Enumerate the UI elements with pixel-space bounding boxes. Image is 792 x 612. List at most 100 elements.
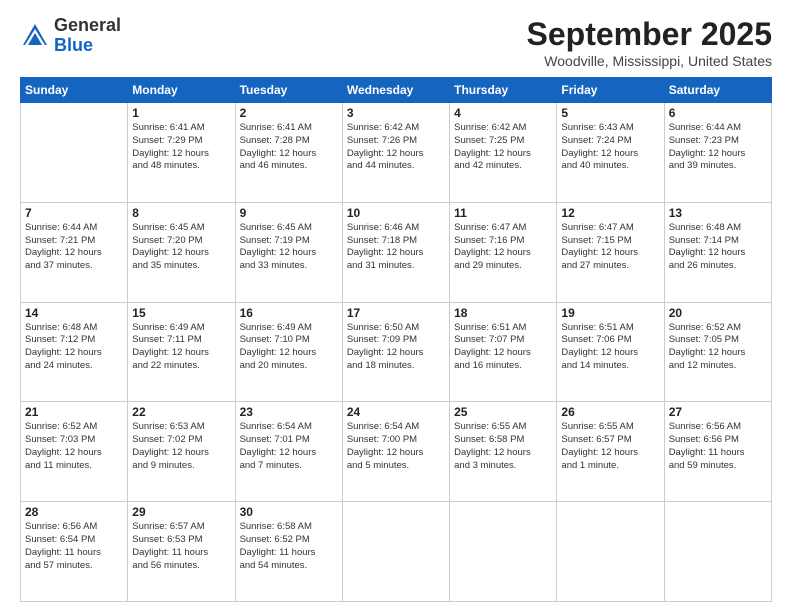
table-row: 14 Sunrise: 6:48 AM Sunset: 7:12 PM Dayli… [21,302,128,402]
day-number: 30 [240,505,338,519]
day-number: 23 [240,405,338,419]
day-number: 22 [132,405,230,419]
col-monday: Monday [128,78,235,103]
page: General Blue September 2025 Woodville, M… [0,0,792,612]
col-saturday: Saturday [664,78,771,103]
table-row: 1 Sunrise: 6:41 AM Sunset: 7:29 PM Daylig… [128,103,235,203]
table-row: 11Sunrise: 6:47 AM Sunset: 7:16 PM Dayli… [450,202,557,302]
calendar-week-row: 7Sunrise: 6:44 AM Sunset: 7:21 PM Daylig… [21,202,772,302]
day-number: 2 [240,106,338,120]
day-number: 8 [132,206,230,220]
day-number: 7 [25,206,123,220]
calendar-table: Sunday Monday Tuesday Wednesday Thursday… [20,77,772,602]
day-info: Sunrise: 6:56 AM Sunset: 6:56 PM Dayligh… [669,421,767,472]
table-row: 8 Sunrise: 6:45 AM Sunset: 7:20 PM Daylig… [128,202,235,302]
day-info: Sunrise: 6:50 AM Sunset: 7:09 PM Dayligh… [347,322,445,373]
day-number: 20 [669,306,767,320]
table-row: 5Sunrise: 6:43 AM Sunset: 7:24 PM Daylig… [557,103,664,203]
day-number: 13 [669,206,767,220]
day-info: Sunrise: 6:48 AM Sunset: 7:14 PM Dayligh… [669,222,767,273]
table-row: 6 Sunrise: 6:44 AM Sunset: 7:23 PM Daylig… [664,103,771,203]
table-row: 29 Sunrise: 6:57 AM Sunset: 6:53 PM Dayli… [128,502,235,602]
day-info: Sunrise: 6:57 AM Sunset: 6:53 PM Dayligh… [132,521,230,572]
month-title: September 2025 [527,16,772,53]
day-info: Sunrise: 6:58 AM Sunset: 6:52 PM Dayligh… [240,521,338,572]
day-number: 9 [240,206,338,220]
day-info: Sunrise: 6:54 AM Sunset: 7:00 PM Dayligh… [347,421,445,472]
table-row: 20 Sunrise: 6:52 AM Sunset: 7:05 PM Dayli… [664,302,771,402]
day-info: Sunrise: 6:49 AM Sunset: 7:10 PM Dayligh… [240,322,338,373]
day-info: Sunrise: 6:42 AM Sunset: 7:25 PM Dayligh… [454,122,552,173]
calendar-header-row: Sunday Monday Tuesday Wednesday Thursday… [21,78,772,103]
day-info: Sunrise: 6:41 AM Sunset: 7:28 PM Dayligh… [240,122,338,173]
col-sunday: Sunday [21,78,128,103]
day-number: 29 [132,505,230,519]
table-row: 10 Sunrise: 6:46 AM Sunset: 7:18 PM Dayli… [342,202,449,302]
table-row: 13 Sunrise: 6:48 AM Sunset: 7:14 PM Dayli… [664,202,771,302]
header: General Blue September 2025 Woodville, M… [20,16,772,69]
logo-general-text: General [54,16,121,36]
table-row [450,502,557,602]
table-row [342,502,449,602]
table-row: 18Sunrise: 6:51 AM Sunset: 7:07 PM Dayli… [450,302,557,402]
day-info: Sunrise: 6:53 AM Sunset: 7:02 PM Dayligh… [132,421,230,472]
day-info: Sunrise: 6:52 AM Sunset: 7:05 PM Dayligh… [669,322,767,373]
day-info: Sunrise: 6:52 AM Sunset: 7:03 PM Dayligh… [25,421,123,472]
day-number: 5 [561,106,659,120]
table-row [557,502,664,602]
col-wednesday: Wednesday [342,78,449,103]
day-number: 25 [454,405,552,419]
day-number: 11 [454,206,552,220]
table-row: 26Sunrise: 6:55 AM Sunset: 6:57 PM Dayli… [557,402,664,502]
col-friday: Friday [557,78,664,103]
day-number: 1 [132,106,230,120]
table-row: 30 Sunrise: 6:58 AM Sunset: 6:52 PM Dayli… [235,502,342,602]
day-number: 10 [347,206,445,220]
day-info: Sunrise: 6:51 AM Sunset: 7:06 PM Dayligh… [561,322,659,373]
day-number: 15 [132,306,230,320]
table-row: 12 Sunrise: 6:47 AM Sunset: 7:15 PM Dayli… [557,202,664,302]
day-info: Sunrise: 6:56 AM Sunset: 6:54 PM Dayligh… [25,521,123,572]
table-row: 9 Sunrise: 6:45 AM Sunset: 7:19 PM Daylig… [235,202,342,302]
day-info: Sunrise: 6:45 AM Sunset: 7:20 PM Dayligh… [132,222,230,273]
table-row: 27Sunrise: 6:56 AM Sunset: 6:56 PM Dayli… [664,402,771,502]
day-number: 18 [454,306,552,320]
day-number: 12 [561,206,659,220]
table-row [664,502,771,602]
day-number: 6 [669,106,767,120]
day-number: 21 [25,405,123,419]
day-number: 3 [347,106,445,120]
table-row: 23 Sunrise: 6:54 AM Sunset: 7:01 PM Dayli… [235,402,342,502]
table-row: 15 Sunrise: 6:49 AM Sunset: 7:11 PM Dayli… [128,302,235,402]
day-number: 28 [25,505,123,519]
day-info: Sunrise: 6:41 AM Sunset: 7:29 PM Dayligh… [132,122,230,173]
logo: General Blue [20,16,121,56]
table-row [21,103,128,203]
day-number: 4 [454,106,552,120]
calendar-week-row: 14 Sunrise: 6:48 AM Sunset: 7:12 PM Dayli… [21,302,772,402]
day-number: 26 [561,405,659,419]
day-info: Sunrise: 6:46 AM Sunset: 7:18 PM Dayligh… [347,222,445,273]
table-row: 17 Sunrise: 6:50 AM Sunset: 7:09 PM Dayli… [342,302,449,402]
day-number: 24 [347,405,445,419]
calendar-week-row: 21 Sunrise: 6:52 AM Sunset: 7:03 PM Dayli… [21,402,772,502]
table-row: 19Sunrise: 6:51 AM Sunset: 7:06 PM Dayli… [557,302,664,402]
table-row: 16 Sunrise: 6:49 AM Sunset: 7:10 PM Dayli… [235,302,342,402]
table-row: 28 Sunrise: 6:56 AM Sunset: 6:54 PM Dayli… [21,502,128,602]
title-block: September 2025 Woodville, Mississippi, U… [527,16,772,69]
day-info: Sunrise: 6:49 AM Sunset: 7:11 PM Dayligh… [132,322,230,373]
day-number: 17 [347,306,445,320]
day-info: Sunrise: 6:44 AM Sunset: 7:23 PM Dayligh… [669,122,767,173]
table-row: 3Sunrise: 6:42 AM Sunset: 7:26 PM Daylig… [342,103,449,203]
day-info: Sunrise: 6:55 AM Sunset: 6:58 PM Dayligh… [454,421,552,472]
table-row: 2 Sunrise: 6:41 AM Sunset: 7:28 PM Daylig… [235,103,342,203]
day-info: Sunrise: 6:45 AM Sunset: 7:19 PM Dayligh… [240,222,338,273]
day-info: Sunrise: 6:48 AM Sunset: 7:12 PM Dayligh… [25,322,123,373]
calendar-week-row: 1 Sunrise: 6:41 AM Sunset: 7:29 PM Daylig… [21,103,772,203]
day-info: Sunrise: 6:47 AM Sunset: 7:15 PM Dayligh… [561,222,659,273]
day-info: Sunrise: 6:54 AM Sunset: 7:01 PM Dayligh… [240,421,338,472]
table-row: 25 Sunrise: 6:55 AM Sunset: 6:58 PM Dayli… [450,402,557,502]
day-number: 16 [240,306,338,320]
table-row: 7Sunrise: 6:44 AM Sunset: 7:21 PM Daylig… [21,202,128,302]
day-number: 14 [25,306,123,320]
